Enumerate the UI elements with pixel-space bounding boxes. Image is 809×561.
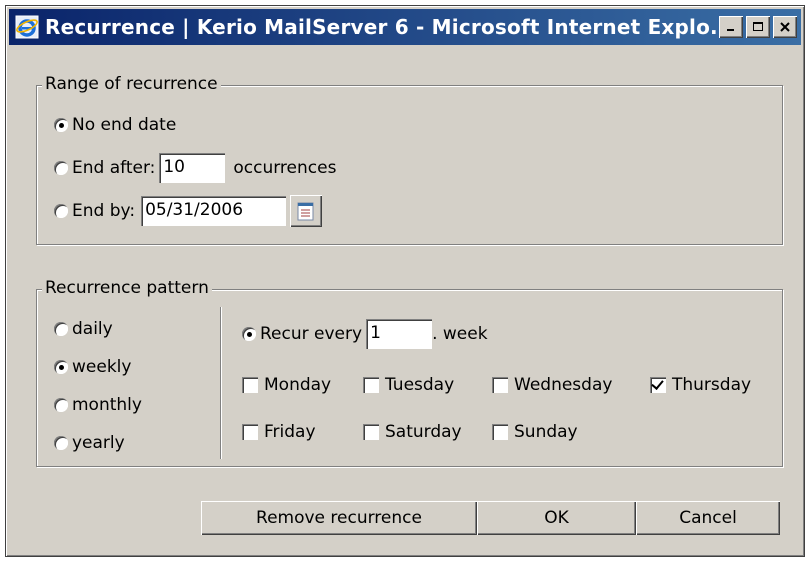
saturday-label: Saturday: [385, 422, 462, 442]
recurrence-window: Recurrence | Kerio MailServer 6 - Micros…: [5, 5, 805, 557]
range-legend: Range of recurrence: [42, 74, 221, 94]
pattern-divider: [220, 307, 222, 459]
yearly-label: yearly: [72, 433, 125, 453]
day-monday[interactable]: Monday: [242, 375, 331, 395]
thursday-checkbox[interactable]: [650, 377, 666, 393]
friday-checkbox[interactable]: [242, 424, 258, 440]
weekly-radio[interactable]: [54, 360, 68, 374]
daily-label: daily: [72, 319, 113, 339]
sunday-checkbox[interactable]: [492, 424, 508, 440]
friday-label: Friday: [264, 422, 316, 442]
sunday-label: Sunday: [514, 422, 578, 442]
recur-every-option[interactable]: Recur every 1 . week: [242, 319, 488, 349]
end-by-option[interactable]: End by: 05/31/2006: [54, 195, 323, 227]
remove-recurrence-button[interactable]: Remove recurrence: [201, 501, 477, 535]
yearly-radio[interactable]: [54, 436, 68, 450]
minimize-button[interactable]: [719, 16, 743, 38]
calendar-button[interactable]: [290, 195, 323, 227]
tuesday-label: Tuesday: [385, 375, 455, 395]
saturday-checkbox[interactable]: [363, 424, 379, 440]
minimize-icon: [727, 29, 734, 31]
daily-radio[interactable]: [54, 322, 68, 336]
wednesday-checkbox[interactable]: [492, 377, 508, 393]
day-tuesday[interactable]: Tuesday: [363, 375, 454, 395]
window-title: Recurrence | Kerio MailServer 6 - Micros…: [45, 15, 719, 39]
close-button[interactable]: [773, 16, 797, 38]
range-of-recurrence-group: Range of recurrence No end date End afte…: [36, 74, 783, 245]
pattern-legend: Recurrence pattern: [42, 278, 212, 298]
frequency-weekly-option[interactable]: weekly: [54, 357, 131, 377]
monthly-label: monthly: [72, 395, 142, 415]
end-by-date-input[interactable]: 05/31/2006: [141, 196, 287, 226]
no-end-date-option[interactable]: No end date: [54, 115, 176, 135]
wednesday-label: Wednesday: [514, 375, 613, 395]
week-label: . week: [432, 324, 488, 344]
cancel-button[interactable]: Cancel: [636, 501, 780, 535]
ok-button[interactable]: OK: [477, 501, 636, 535]
day-thursday[interactable]: Thursday: [650, 375, 751, 395]
title-bar[interactable]: Recurrence | Kerio MailServer 6 - Micros…: [9, 9, 801, 45]
end-by-label: End by:: [72, 201, 136, 221]
calendar-icon: [297, 202, 314, 221]
day-saturday[interactable]: Saturday: [363, 422, 462, 442]
maximize-button[interactable]: [746, 16, 770, 38]
monday-label: Monday: [264, 375, 332, 395]
close-icon: [780, 22, 790, 32]
weekly-label: weekly: [72, 357, 132, 377]
recur-every-label: Recur every: [260, 324, 363, 344]
tuesday-checkbox[interactable]: [363, 377, 379, 393]
end-after-label: End after:: [72, 158, 156, 178]
end-after-input[interactable]: 10: [159, 153, 226, 183]
recurrence-pattern-group: Recurrence pattern daily weekly monthly …: [36, 278, 783, 467]
frequency-yearly-option[interactable]: yearly: [54, 433, 125, 453]
day-wednesday[interactable]: Wednesday: [492, 375, 612, 395]
monday-checkbox[interactable]: [242, 377, 258, 393]
frequency-daily-option[interactable]: daily: [54, 319, 113, 339]
no-end-date-label: No end date: [72, 115, 177, 135]
day-friday[interactable]: Friday: [242, 422, 316, 442]
monthly-radio[interactable]: [54, 398, 68, 412]
end-after-radio[interactable]: [54, 161, 68, 175]
maximize-icon: [753, 22, 763, 31]
internet-explorer-icon: [15, 15, 39, 39]
recur-every-input[interactable]: 1: [366, 319, 433, 349]
thursday-label: Thursday: [672, 375, 752, 395]
day-sunday[interactable]: Sunday: [492, 422, 578, 442]
no-end-date-radio[interactable]: [54, 118, 68, 132]
end-by-radio[interactable]: [54, 204, 68, 218]
occurrences-label: occurrences: [233, 158, 337, 178]
end-after-option[interactable]: End after: 10 occurrences: [54, 153, 336, 183]
frequency-monthly-option[interactable]: monthly: [54, 395, 142, 415]
recur-every-radio[interactable]: [242, 327, 256, 341]
